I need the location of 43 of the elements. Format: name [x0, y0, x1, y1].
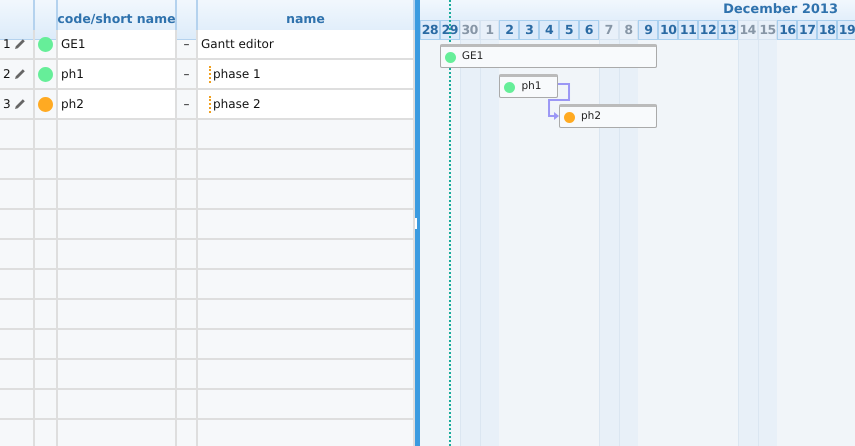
task-label: ph1 — [521, 79, 542, 94]
day-label: 30 — [460, 20, 480, 40]
code-cell-text: ph1 — [61, 66, 84, 83]
day-label: 10 — [658, 20, 678, 40]
day-label: 18 — [817, 20, 838, 40]
day-label: 19 — [837, 20, 855, 40]
task-label: ph2 — [581, 109, 602, 124]
dash-cell-text: – — [184, 36, 190, 53]
code-cell-text: ph2 — [61, 96, 84, 113]
task-label: GE1 — [462, 49, 484, 64]
row-number: 1 — [3, 36, 11, 53]
dash-cell-text: – — [184, 66, 190, 83]
name-cell: phase 1 — [209, 66, 261, 82]
edit-icon[interactable] — [14, 38, 26, 50]
day-label: 4 — [539, 20, 560, 40]
edit-icon[interactable] — [14, 68, 26, 80]
day-label: 13 — [718, 20, 738, 40]
day-label: 12 — [698, 20, 718, 40]
day-label: 1 — [480, 20, 500, 40]
day-label: 3 — [519, 20, 540, 40]
day-label: 29 — [440, 20, 460, 40]
day-label: 11 — [678, 20, 698, 40]
day-label: 9 — [638, 20, 658, 40]
day-label: 17 — [797, 20, 818, 40]
dash-cell-text: – — [184, 96, 190, 113]
day-label: 16 — [777, 20, 798, 40]
edit-icon[interactable] — [14, 98, 26, 110]
day-label: 14 — [738, 20, 758, 40]
month-label: December 2013 — [723, 1, 838, 20]
row-number: 3 — [3, 96, 11, 113]
day-label: 6 — [578, 20, 599, 40]
task-bar[interactable]: ph1 — [499, 74, 558, 98]
day-label: 8 — [618, 20, 638, 40]
task-bar[interactable]: ph2 — [559, 104, 658, 128]
day-label: 5 — [559, 20, 579, 40]
day-label: 15 — [758, 20, 778, 40]
day-label: 2 — [499, 20, 520, 40]
row-number: 2 — [3, 66, 11, 83]
column-header — [177, 0, 198, 40]
name-cell: phase 2 — [209, 96, 261, 112]
day-label: 28 — [420, 20, 440, 40]
task-bar[interactable]: GE1 — [440, 44, 658, 68]
day-label: 7 — [598, 20, 619, 40]
